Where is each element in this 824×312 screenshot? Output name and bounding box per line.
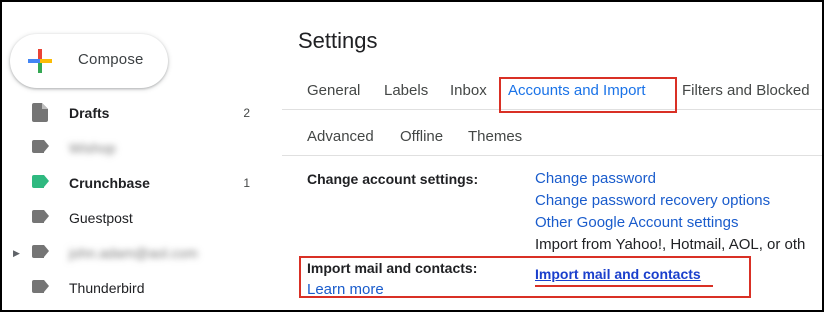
plus-icon xyxy=(28,49,52,73)
settings-tabs-row2: Advanced Offline Themes xyxy=(282,110,822,156)
sidebar-item-wishop[interactable]: Wishop xyxy=(2,131,280,165)
sidebar: Compose Drafts 2 Wishop Crunchbase 1 Gue… xyxy=(2,2,280,310)
learn-more-link[interactable]: Learn more xyxy=(307,281,384,298)
tab-accounts-and-import[interactable]: Accounts and Import xyxy=(508,82,646,99)
label-icon xyxy=(32,280,49,293)
sidebar-item-drafts[interactable]: Drafts 2 xyxy=(2,96,280,130)
link-underline-highlight xyxy=(535,285,713,287)
label-icon xyxy=(32,210,49,223)
sidebar-item-label: Thunderbird xyxy=(69,280,145,296)
sidebar-item-label: john.adam@aol.com xyxy=(69,245,198,261)
change-account-settings-label: Change account settings: xyxy=(307,171,479,187)
sidebar-item-thunderbird[interactable]: Thunderbird xyxy=(2,271,280,305)
sidebar-item-label: Guestpost xyxy=(69,210,133,226)
tab-labels[interactable]: Labels xyxy=(384,82,428,99)
page-title: Settings xyxy=(298,28,378,53)
compose-label: Compose xyxy=(78,51,144,68)
draft-icon xyxy=(32,103,48,122)
unread-count: 2 xyxy=(243,106,250,120)
sidebar-item-label: Drafts xyxy=(69,105,110,121)
sidebar-item-email-label[interactable]: ▶ john.adam@aol.com xyxy=(2,236,280,270)
tab-filters-and-blocked[interactable]: Filters and Blocked xyxy=(682,82,810,99)
settings-tabs: General Labels Inbox Accounts and Import… xyxy=(282,64,822,110)
import-mail-and-contacts-link[interactable]: Import mail and contacts xyxy=(535,266,701,282)
tab-advanced[interactable]: Advanced xyxy=(307,128,374,145)
sidebar-item-crunchbase[interactable]: Crunchbase 1 xyxy=(2,166,280,200)
unread-count: 1 xyxy=(243,176,250,190)
tab-general[interactable]: General xyxy=(307,82,360,99)
change-password-link[interactable]: Change password xyxy=(535,170,656,187)
import-mail-and-contacts-label: Import mail and contacts: xyxy=(307,260,478,276)
label-icon xyxy=(32,175,49,188)
label-icon xyxy=(32,140,49,153)
sidebar-item-guestpost[interactable]: Guestpost xyxy=(2,201,280,235)
tab-offline[interactable]: Offline xyxy=(400,128,443,145)
change-password-recovery-link[interactable]: Change password recovery options xyxy=(535,192,770,209)
import-from-description: Import from Yahoo!, Hotmail, AOL, or oth xyxy=(535,236,806,253)
tab-themes[interactable]: Themes xyxy=(468,128,522,145)
expand-arrow-icon[interactable]: ▶ xyxy=(13,248,20,259)
sidebar-item-label: Wishop xyxy=(69,140,116,156)
settings-panel: Settings General Labels Inbox Accounts a… xyxy=(282,2,822,310)
other-google-account-settings-link[interactable]: Other Google Account settings xyxy=(535,214,738,231)
tab-inbox[interactable]: Inbox xyxy=(450,82,487,99)
sidebar-item-label: Crunchbase xyxy=(69,175,150,191)
label-icon xyxy=(32,245,49,258)
compose-button[interactable]: Compose xyxy=(10,34,168,88)
